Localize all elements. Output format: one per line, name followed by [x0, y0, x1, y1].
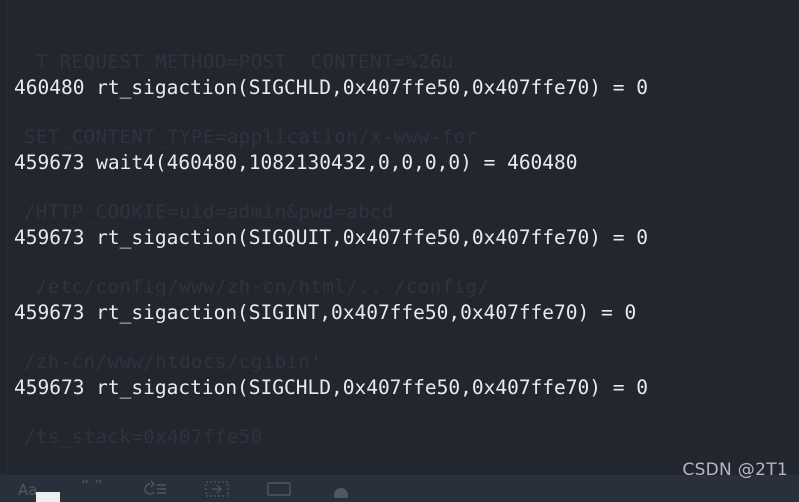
terminal-screen: T REQUEST_METHOD=POST CONTENT=%26u SET_C…: [0, 0, 799, 502]
terminal-output[interactable]: 460480 rt_sigaction(SIGCHLD,0x407ffe50,0…: [0, 0, 799, 502]
strace-line: 459673 rt_sigaction(SIGCHLD,0x407ffe50,0…: [14, 376, 648, 399]
bottom-overlay-strip: [0, 475, 799, 502]
strace-line: 459673 rt_sigaction(SIGINT,0x407ffe50,0x…: [14, 301, 637, 324]
csdn-watermark: CSDN @2T1: [682, 460, 788, 480]
strace-line: 459673 wait4(460480,1082130432,0,0,0,0) …: [14, 151, 578, 174]
strace-line: 460480 rt_sigaction(SIGCHLD,0x407ffe50,0…: [14, 76, 648, 99]
strace-line: 459673 rt_sigaction(SIGQUIT,0x407ffe50,0…: [14, 226, 648, 249]
text-caret: [36, 492, 60, 502]
